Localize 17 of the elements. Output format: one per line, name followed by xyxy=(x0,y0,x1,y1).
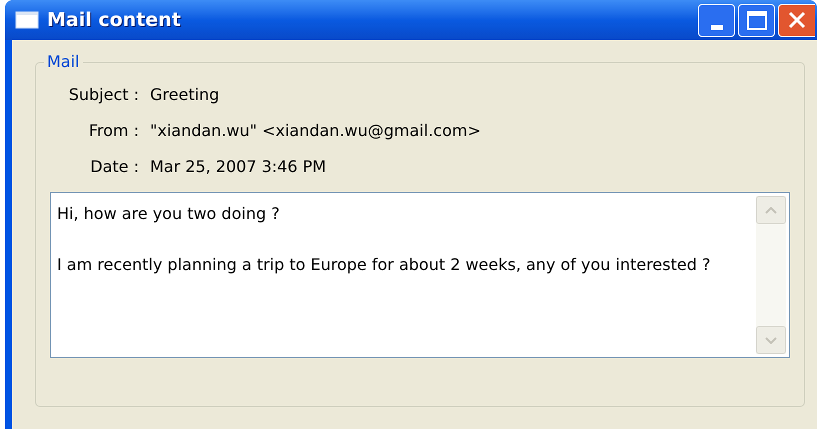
message-paragraph: I am recently planning a trip to Europe for about 2 weeks, any of you interested ? xyxy=(57,254,712,276)
close-button[interactable] xyxy=(778,4,815,36)
maximize-icon xyxy=(746,10,766,30)
minimize-button[interactable] xyxy=(698,4,735,36)
message-paragraph: Hi, how are you two doing ? xyxy=(57,203,281,225)
field-label: Subject : xyxy=(68,84,139,106)
field-value: Greeting xyxy=(150,84,220,106)
field-label: From : xyxy=(88,120,139,142)
maximize-button[interactable] xyxy=(738,4,775,36)
field-label: Date : xyxy=(89,156,139,178)
close-icon xyxy=(787,10,807,30)
window-title: Mail content xyxy=(47,8,181,33)
window-icon xyxy=(15,11,39,29)
field-value: Mar 25, 2007 3:46 PM xyxy=(150,156,326,178)
message-body[interactable]: Hi, how are you two doing ? I am recently planning a trip to Europe for about 2 weeks, any of you interested ? xyxy=(50,192,790,358)
minimize-icon xyxy=(710,24,722,30)
field-value: "xiandan.wu" <xiandan.wu@gmail.com> xyxy=(150,120,481,142)
